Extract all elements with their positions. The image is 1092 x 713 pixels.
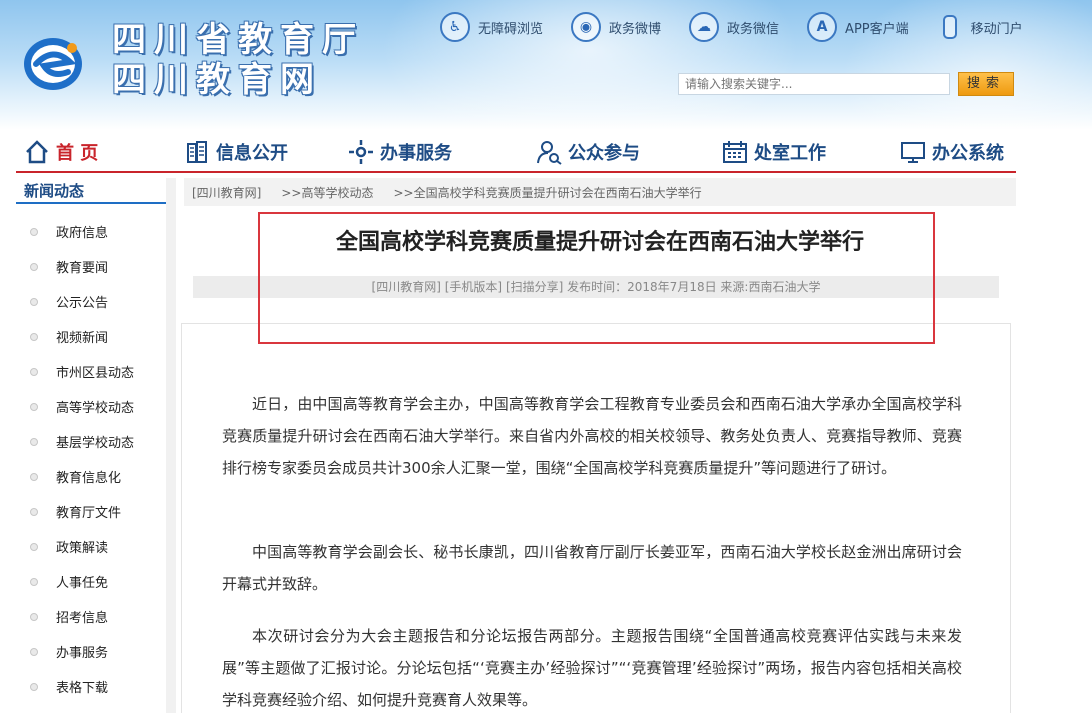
sidebar-item-higher-ed[interactable]: 高等学校动态 <box>16 389 166 424</box>
sidebar-item-personnel[interactable]: 人事任免 <box>16 564 166 599</box>
building-icon <box>187 141 207 163</box>
nav-item-label: 信息公开 <box>216 143 288 164</box>
bullet-icon <box>30 682 38 691</box>
user-search-icon <box>537 141 562 165</box>
article-paragraph-3: 本次研讨会分为大会主题报告和分论坛报告两部分。主题报告围绕“全国普通高校竞赛评估… <box>222 627 962 709</box>
quick-link-label: 政务微信 <box>727 21 780 37</box>
site-header: 四川省教育厅 四川教育网 ♿ 无障碍浏览 ◉ 政务微博 ☁ 政务微信 A APP… <box>0 0 1092 130</box>
sidebar-item-dept-docs[interactable]: 教育厅文件 <box>16 494 166 529</box>
sidebar-item-gov-info[interactable]: 政府信息 <box>16 214 166 249</box>
quick-link-mobile[interactable]: 移动门户 <box>937 15 1023 39</box>
calendar-icon <box>723 141 747 163</box>
sidebar-item-label: 教育信息化 <box>56 471 122 486</box>
nav-item-office-system[interactable]: 办公系统 <box>900 131 1004 173</box>
highlight-annotation-box <box>258 212 935 344</box>
quick-links: ♿ 无障碍浏览 ◉ 政务微博 ☁ 政务微信 A APP客户端 移动门户 <box>440 10 1051 44</box>
app-store-icon: A <box>807 12 838 42</box>
sidebar-item-label: 基层学校动态 <box>56 436 135 451</box>
sidebar: 新闻动态 政府信息 教育要闻 公示公告 视频新闻 市州区县动态 高等学校动态 基… <box>16 178 166 713</box>
nav-item-label: 办事服务 <box>380 143 452 164</box>
home-icon <box>26 140 48 164</box>
sidebar-title: 新闻动态 <box>16 178 166 204</box>
accessibility-icon: ♿ <box>440 12 470 42</box>
quick-link-label: APP客户端 <box>845 21 909 37</box>
sidebar-item-basic-schools[interactable]: 基层学校动态 <box>16 424 166 459</box>
weibo-icon: ◉ <box>571 12 602 42</box>
sidebar-item-video-news[interactable]: 视频新闻 <box>16 319 166 354</box>
wechat-icon: ☁ <box>689 12 720 42</box>
nav-item-info[interactable]: 信息公开 <box>184 131 288 173</box>
breadcrumb-current[interactable]: >>全国高校学科竞赛质量提升研讨会在西南石油大学举行 <box>394 184 702 201</box>
sidebar-item-label: 教育厅文件 <box>56 506 122 521</box>
sidebar-item-label: 公示公告 <box>56 296 109 311</box>
bullet-icon <box>30 507 38 516</box>
nav-item-public[interactable]: 公众参与 <box>536 131 640 173</box>
sidebar-item-label: 招考信息 <box>56 611 109 626</box>
bullet-icon <box>30 297 38 306</box>
sidebar-item-exams[interactable]: 招考信息 <box>16 599 166 634</box>
quick-link-accessibility[interactable]: ♿ 无障碍浏览 <box>440 12 543 42</box>
bullet-icon <box>30 472 38 481</box>
bullet-icon <box>30 542 38 551</box>
article-paragraph-1: 近日，由中国高等教育学会主办，中国高等教育学会工程教育专业委员会和西南石油大学承… <box>222 395 962 477</box>
sidebar-item-label: 人事任免 <box>56 576 109 591</box>
gear-icon <box>349 140 373 164</box>
breadcrumb-home[interactable]: [四川教育网] <box>192 184 261 201</box>
bullet-icon <box>30 647 38 656</box>
quick-link-wechat[interactable]: ☁ 政务微信 <box>689 12 779 42</box>
sidebar-item-label: 表格下载 <box>56 681 109 696</box>
sidebar-item-label: 高等学校动态 <box>56 401 135 416</box>
nav-item-label: 处室工作 <box>754 143 826 164</box>
site-title[interactable]: 四川省教育厅 四川教育网 <box>112 20 364 100</box>
quick-link-label: 政务微博 <box>609 21 662 37</box>
search-button[interactable]: 搜索 <box>958 72 1014 96</box>
quick-link-app[interactable]: A APP客户端 <box>807 12 909 42</box>
nav-item-label: 首 页 <box>56 143 99 164</box>
sidebar-item-label: 政策解读 <box>56 541 109 556</box>
monitor-icon <box>901 142 925 163</box>
quick-link-label: 移动门户 <box>970 21 1023 37</box>
sidebar-item-services[interactable]: 办事服务 <box>16 634 166 669</box>
nav-item-label: 公众参与 <box>568 143 640 164</box>
main-nav: 首 页 信息公开 办事服务 公众参与 处室工作 办公系统 <box>0 131 1092 173</box>
bullet-icon <box>30 402 38 411</box>
search-input[interactable] <box>678 73 950 95</box>
bullet-icon <box>30 367 38 376</box>
bullet-icon <box>30 437 38 446</box>
nav-item-offices[interactable]: 处室工作 <box>722 131 826 173</box>
sidebar-item-edu-news[interactable]: 教育要闻 <box>16 249 166 284</box>
quick-link-label: 无障碍浏览 <box>478 21 544 37</box>
nav-divider <box>16 171 1016 173</box>
quick-link-weibo[interactable]: ◉ 政务微博 <box>571 12 661 42</box>
bullet-icon <box>30 577 38 586</box>
sidebar-item-policy[interactable]: 政策解读 <box>16 529 166 564</box>
site-logo-icon[interactable] <box>22 34 84 92</box>
nav-item-home[interactable]: 首 页 <box>24 131 98 173</box>
breadcrumb: [四川教育网] >>高等学校动态 >>全国高校学科竞赛质量提升研讨会在西南石油大… <box>184 178 1016 206</box>
bullet-icon <box>30 612 38 621</box>
sidebar-item-label: 教育要闻 <box>56 261 109 276</box>
sidebar-item-label: 政府信息 <box>56 226 109 241</box>
sidebar-item-label: 办事服务 <box>56 646 109 661</box>
bullet-icon <box>30 332 38 341</box>
sidebar-item-announcements[interactable]: 公示公告 <box>16 284 166 319</box>
sidebar-separator <box>166 178 176 713</box>
nav-item-label: 办公系统 <box>932 143 1004 164</box>
nav-item-services[interactable]: 办事服务 <box>348 131 452 173</box>
sidebar-list: 政府信息 教育要闻 公示公告 视频新闻 市州区县动态 高等学校动态 基层学校动态… <box>16 214 166 704</box>
site-title-line2: 四川教育网 <box>112 60 322 100</box>
sidebar-item-edu-it[interactable]: 教育信息化 <box>16 459 166 494</box>
sidebar-item-forms[interactable]: 表格下载 <box>16 669 166 704</box>
breadcrumb-category[interactable]: >>高等学校动态 <box>281 184 373 201</box>
bullet-icon <box>30 227 38 236</box>
bullet-icon <box>30 262 38 271</box>
site-title-line1: 四川省教育厅 <box>112 20 364 60</box>
sidebar-item-city-county[interactable]: 市州区县动态 <box>16 354 166 389</box>
mobile-phone-icon <box>942 15 957 39</box>
sidebar-item-label: 市州区县动态 <box>56 366 135 381</box>
sidebar-item-label: 视频新闻 <box>56 331 109 346</box>
article-paragraph-2: 中国高等教育学会副会长、秘书长康凯，四川省教育厅副厅长姜亚军，西南石油大学校长赵… <box>222 543 962 593</box>
